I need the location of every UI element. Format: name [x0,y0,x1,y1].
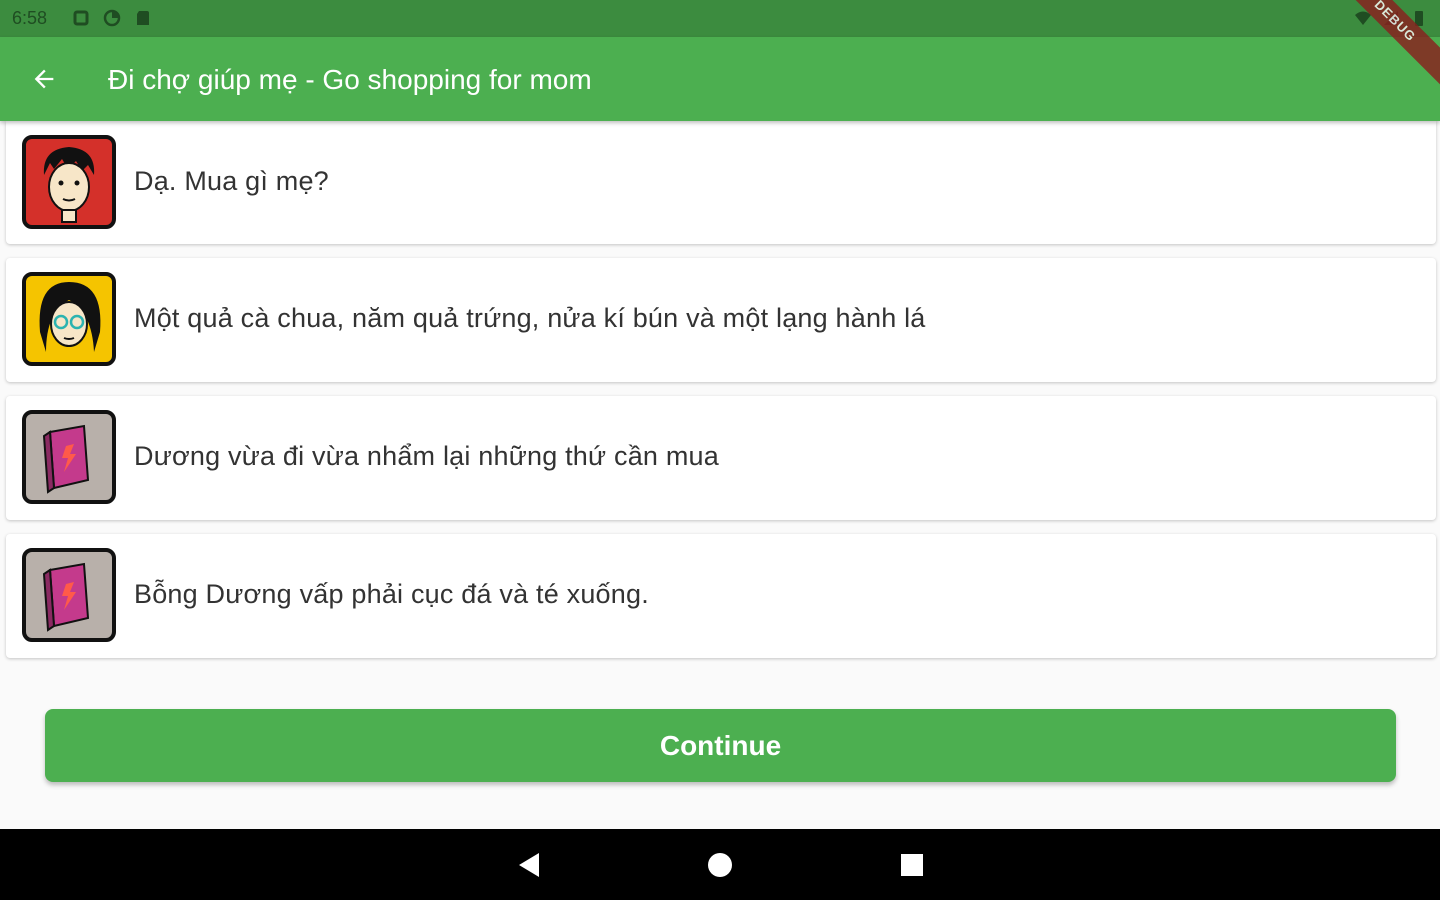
dialogue-item[interactable]: Dương vừa đi vừa nhẩm lại những thứ cần … [6,396,1436,520]
continue-button[interactable]: Continue [45,709,1396,782]
page-title: Đi chợ giúp mẹ - Go shopping for mom [108,64,592,95]
back-button[interactable] [22,57,66,101]
book-icon [22,548,116,642]
dialogue-list: Dạ. Mua gì mẹ? Một quả cà chua, năm quả … [6,121,1436,672]
home-circle-icon[interactable] [706,851,734,879]
sd-card-icon [137,11,149,25]
dialogue-text: Dương vừa đi vừa nhẩm lại những thứ cần … [134,441,719,471]
sync-icon [103,9,121,27]
recents-square-icon[interactable] [898,851,926,879]
dialogue-item[interactable]: Một quả cà chua, năm quả trứng, nửa kí b… [6,258,1436,382]
status-time: 6:58 [12,8,48,28]
back-triangle-icon[interactable] [515,851,543,879]
notification-icon [73,10,89,26]
dialogue-text: Một quả cà chua, năm quả trứng, nửa kí b… [134,303,926,333]
boy-avatar [22,135,116,229]
navigation-bar [0,829,1440,900]
dialogue-text: Dạ. Mua gì mẹ? [134,166,329,196]
status-bar: 6:58 [0,0,1440,37]
arrow-back-icon [34,69,54,89]
dialogue-text: Bỗng Dương vấp phải cục đá và té xuống. [134,579,649,609]
app-bar: Đi chợ giúp mẹ - Go shopping for mom [0,37,1440,121]
status-icons [72,9,152,27]
dialogue-item[interactable]: Bỗng Dương vấp phải cục đá và té xuống. [6,534,1436,658]
mother-avatar [22,272,116,366]
dialogue-item[interactable]: Dạ. Mua gì mẹ? [6,121,1436,244]
book-icon [22,410,116,504]
